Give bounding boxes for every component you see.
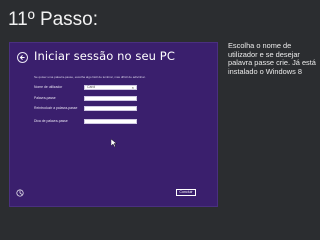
username-row: Nome de utilizador Carol × bbox=[34, 85, 144, 91]
setup-title: Iniciar sessão no seu PC bbox=[34, 49, 175, 63]
reenter-password-input[interactable] bbox=[84, 106, 137, 111]
slide-title: 11º Passo: bbox=[8, 9, 99, 30]
slide-caption: Escolha o nome de utilizador e se deseja… bbox=[228, 41, 316, 76]
password-row: Palavra-passe bbox=[34, 96, 144, 102]
clear-icon[interactable]: × bbox=[132, 85, 134, 90]
username-input[interactable]: Carol × bbox=[84, 85, 137, 90]
password-hint-row: Dica de palavra-passe bbox=[34, 119, 144, 125]
password-input[interactable] bbox=[84, 96, 137, 101]
username-label: Nome de utilizador bbox=[34, 85, 63, 89]
username-value: Carol bbox=[87, 85, 96, 89]
back-arrow-icon bbox=[19, 55, 25, 60]
mouse-cursor-icon bbox=[111, 139, 117, 147]
ease-of-access-icon[interactable] bbox=[16, 189, 24, 197]
password-hint-input[interactable] bbox=[84, 119, 137, 124]
reenter-password-label: Reintroduzir a palavra-passe bbox=[34, 106, 78, 110]
password-hint-label: Dica de palavra-passe bbox=[34, 119, 68, 123]
setup-instruction: Se quiser uma palavra-passe, escolha alg… bbox=[34, 75, 146, 79]
reenter-password-row: Reintroduzir a palavra-passe bbox=[34, 106, 144, 112]
windows-setup-screenshot: Iniciar sessão no seu PC Se quiser uma p… bbox=[9, 42, 218, 207]
finish-button[interactable]: Concluir bbox=[176, 189, 196, 196]
password-label: Palavra-passe bbox=[34, 96, 56, 100]
back-button[interactable] bbox=[17, 52, 28, 63]
